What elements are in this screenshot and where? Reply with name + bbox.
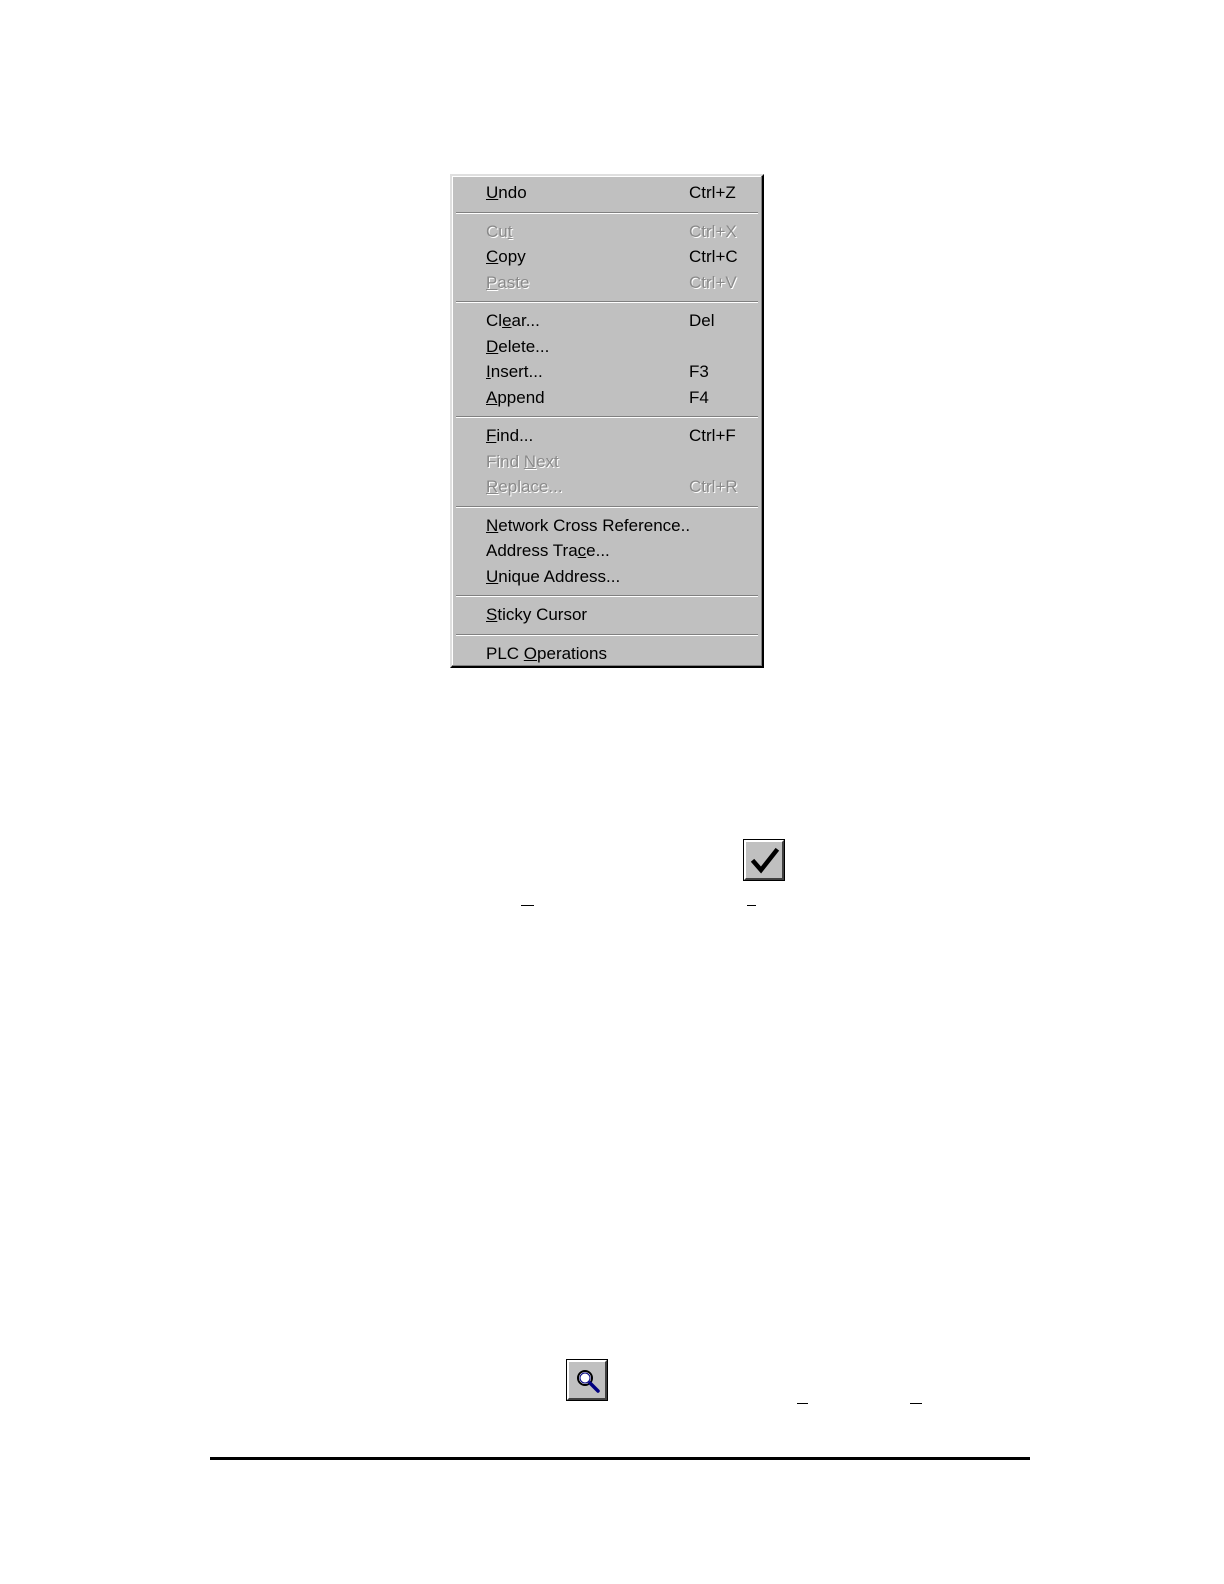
menu-item-undo[interactable]: Undo Ctrl+Z: [452, 180, 762, 206]
menu-item-find-next: Find Next: [452, 449, 762, 475]
menu-separator: [452, 295, 762, 308]
menu-item-shortcut: F4: [689, 387, 709, 407]
menu-item-sticky-cursor[interactable]: Sticky Cursor: [452, 602, 762, 628]
underline-mark: [797, 1403, 808, 1404]
menu-item-delete[interactable]: Delete...: [452, 334, 762, 360]
menu-item-find[interactable]: Find... Ctrl+F: [452, 423, 762, 449]
menu-item-label: Find...: [486, 426, 534, 445]
menu-item-shortcut: Ctrl+X: [689, 221, 737, 241]
menu-item-label: Sticky Cursor: [486, 605, 588, 624]
footer-rule: [210, 1457, 1030, 1460]
menu-item-shortcut: Del: [689, 311, 715, 330]
menu-item-shortcut: F3: [689, 362, 709, 381]
checkmark-icon: [750, 847, 780, 874]
access-key: e: [502, 311, 512, 330]
edit-context-menu: Undo Ctrl+Z Cut Ctrl+X Copy Ctrl+C Paste Ctrl+V…: [450, 174, 764, 668]
accept-button[interactable]: [744, 840, 784, 880]
menu-item-label: Append: [486, 387, 545, 407]
menu-item-paste: Paste Ctrl+V: [452, 270, 762, 296]
access-key: A: [486, 387, 498, 407]
menu-item-insert[interactable]: Insert... F3: [452, 359, 762, 385]
access-key: D: [486, 336, 499, 356]
menu-item-label: Cut: [486, 221, 513, 241]
access-key: S: [486, 605, 498, 624]
menu-separator: [452, 500, 762, 513]
menu-item-cut: Cut Ctrl+X: [452, 219, 762, 245]
menu-item-label: Replace...: [486, 477, 563, 496]
menu-separator: [452, 410, 762, 423]
menu-item-label: Delete...: [486, 336, 550, 356]
underline-mark: [521, 905, 534, 906]
menu-item-shortcut: Ctrl+F: [689, 426, 736, 445]
underline-mark: [910, 1403, 922, 1404]
menu-item-label: Unique Address...: [486, 566, 621, 586]
access-key: N: [486, 515, 499, 535]
menu-item-label: Find Next: [486, 451, 559, 471]
access-key: N: [523, 451, 537, 471]
find-button[interactable]: [567, 1360, 607, 1400]
menu-item-label: Network Cross Reference..: [486, 515, 691, 535]
menu-item-label: Insert...: [486, 362, 543, 381]
menu-item-label: Address Trace...: [486, 541, 610, 560]
access-key: t: [507, 221, 513, 241]
menu-item-plc-operations[interactable]: PLC Operations: [452, 641, 762, 667]
menu-separator: [452, 628, 762, 641]
menu-separator: [452, 589, 762, 602]
access-key: U: [486, 566, 499, 586]
underline-mark: [747, 905, 756, 906]
menu-item-label: Paste: [486, 272, 530, 292]
menu-item-shortcut: Ctrl+C: [689, 247, 738, 266]
menu-item-label: PLC Operations: [486, 643, 607, 663]
magnifier-icon: [577, 1370, 600, 1393]
menu-item-label: Clear...: [486, 311, 540, 330]
menu-item-clear[interactable]: Clear... Del: [452, 308, 762, 334]
menu-item-network-cross-reference[interactable]: Network Cross Reference..: [452, 513, 762, 539]
menu-separator: [452, 206, 762, 219]
menu-item-label: Copy: [486, 247, 526, 266]
menu-item-replace: Replace... Ctrl+R: [452, 474, 762, 500]
menu-item-shortcut: Ctrl+R: [689, 477, 738, 496]
menu-item-append[interactable]: Append F4: [452, 385, 762, 411]
menu-item-address-trace[interactable]: Address Trace...: [452, 538, 762, 564]
access-key: C: [486, 247, 499, 266]
menu-item-label: Undo: [486, 183, 527, 202]
access-key: P: [486, 272, 498, 292]
access-key: c: [577, 541, 587, 560]
menu-item-unique-address[interactable]: Unique Address...: [452, 564, 762, 590]
access-key: R: [486, 477, 499, 496]
menu-item-shortcut: Ctrl+V: [689, 272, 737, 292]
menu-item-shortcut: Ctrl+Z: [689, 183, 736, 202]
access-key: U: [486, 183, 499, 202]
access-key: F: [486, 426, 497, 445]
menu-item-copy[interactable]: Copy Ctrl+C: [452, 244, 762, 270]
access-key: O: [523, 643, 538, 663]
